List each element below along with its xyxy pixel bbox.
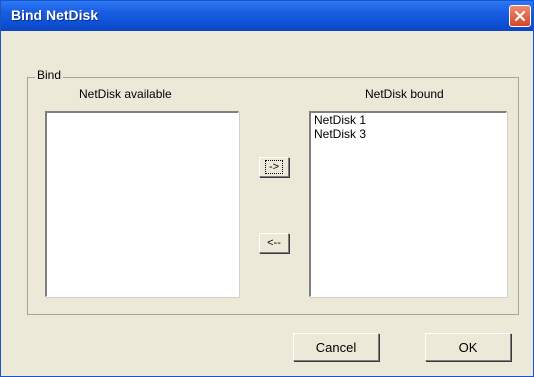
bound-listbox[interactable]: NetDisk 1 NetDisk 3 [309,111,507,297]
close-icon [514,10,526,22]
cancel-button[interactable]: Cancel [293,333,379,361]
title-bar: Bind NetDisk [1,1,533,31]
ok-button[interactable]: OK [425,333,511,361]
list-item[interactable]: NetDisk 1 [311,113,506,127]
add-button-label: -> [264,160,284,174]
add-to-bound-button[interactable]: -> [259,157,289,177]
group-label: Bind [35,68,64,82]
ok-button-label: OK [458,339,478,355]
available-listbox[interactable] [45,111,239,297]
remove-from-bound-button[interactable]: <-- [259,233,289,253]
close-button[interactable] [509,5,531,27]
bound-header: NetDisk bound [365,87,444,101]
bind-netdisk-dialog: Bind NetDisk Bind NetDisk available NetD… [0,0,534,377]
window-title: Bind NetDisk [11,7,99,23]
list-item[interactable]: NetDisk 3 [311,127,506,141]
cancel-button-label: Cancel [315,339,357,355]
remove-button-label: <-- [267,237,281,249]
available-header: NetDisk available [79,87,172,101]
